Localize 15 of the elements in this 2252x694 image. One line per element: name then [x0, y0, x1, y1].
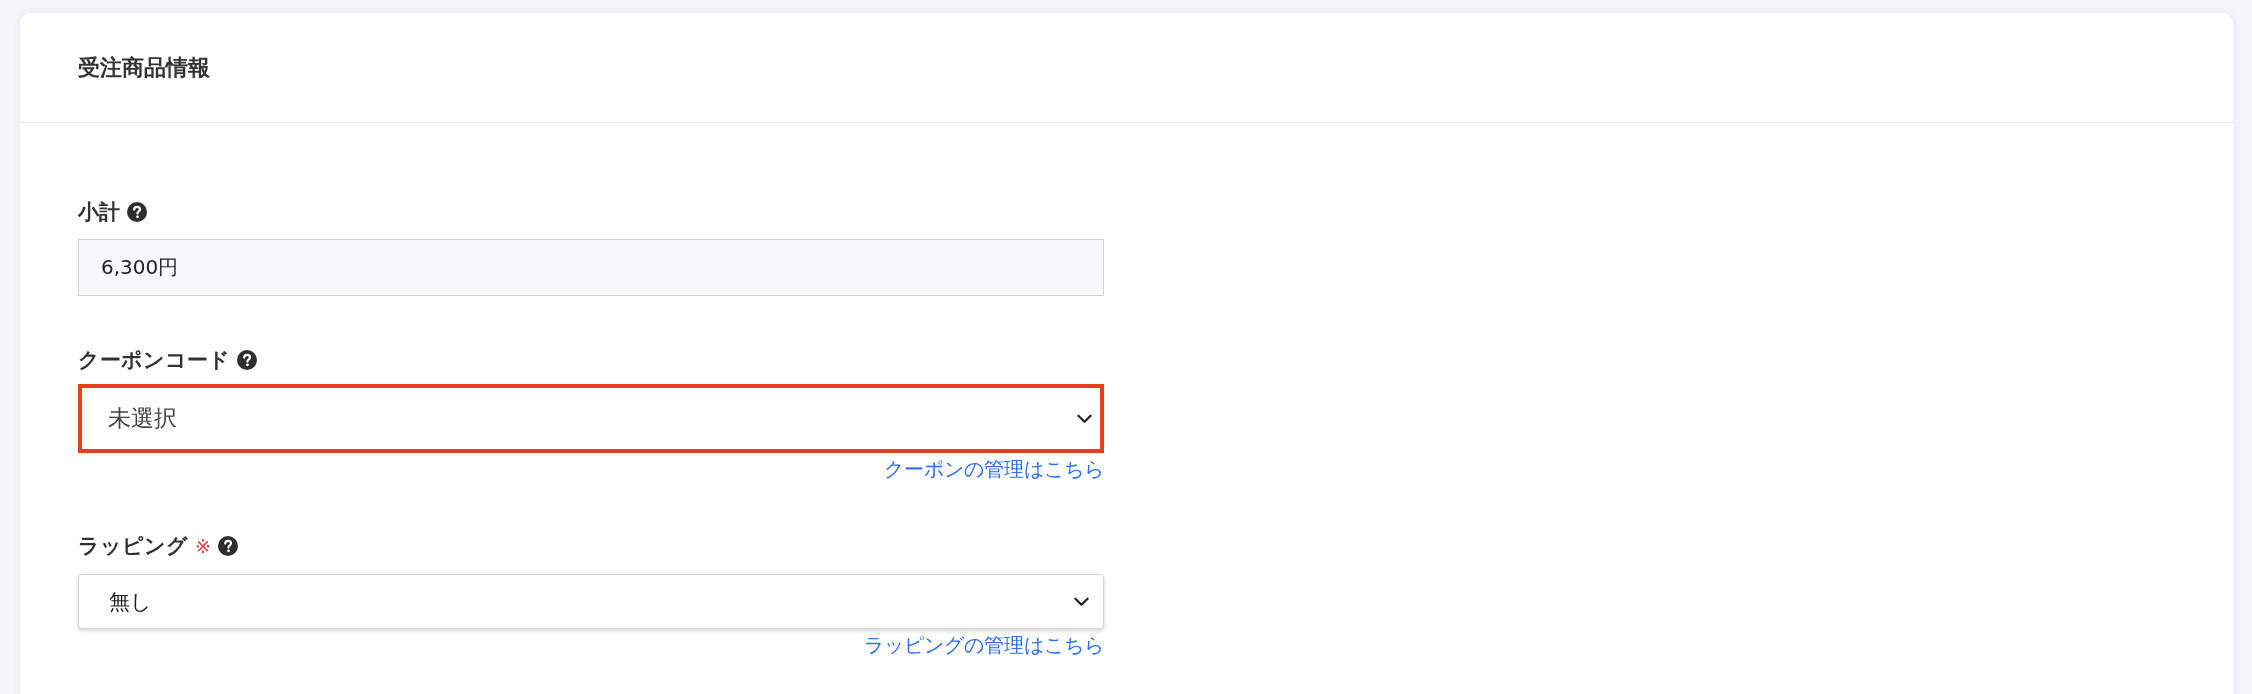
chevron-down-icon [1077, 413, 1092, 424]
dropdown-field[interactable]: 無し [78, 574, 1104, 629]
field-label: 小計 [78, 199, 120, 225]
manage-link[interactable]: クーポンの管理はこちら [884, 456, 1104, 482]
card-title: 受注商品情報 [78, 53, 210, 82]
readonly-field: 6,300円 [78, 239, 1104, 296]
manage-link[interactable]: ラッピングの管理はこちら [864, 632, 1104, 658]
field-label: ラッピング [78, 533, 188, 559]
help-icon[interactable] [127, 202, 147, 222]
dropdown-field[interactable]: 未選択 [78, 384, 1104, 453]
help-icon[interactable] [237, 350, 257, 370]
chevron-down-icon [1074, 596, 1089, 607]
required-mark: ※ [195, 534, 211, 559]
help-icon[interactable] [217, 536, 238, 556]
field-label: クーポンコード [78, 347, 230, 373]
